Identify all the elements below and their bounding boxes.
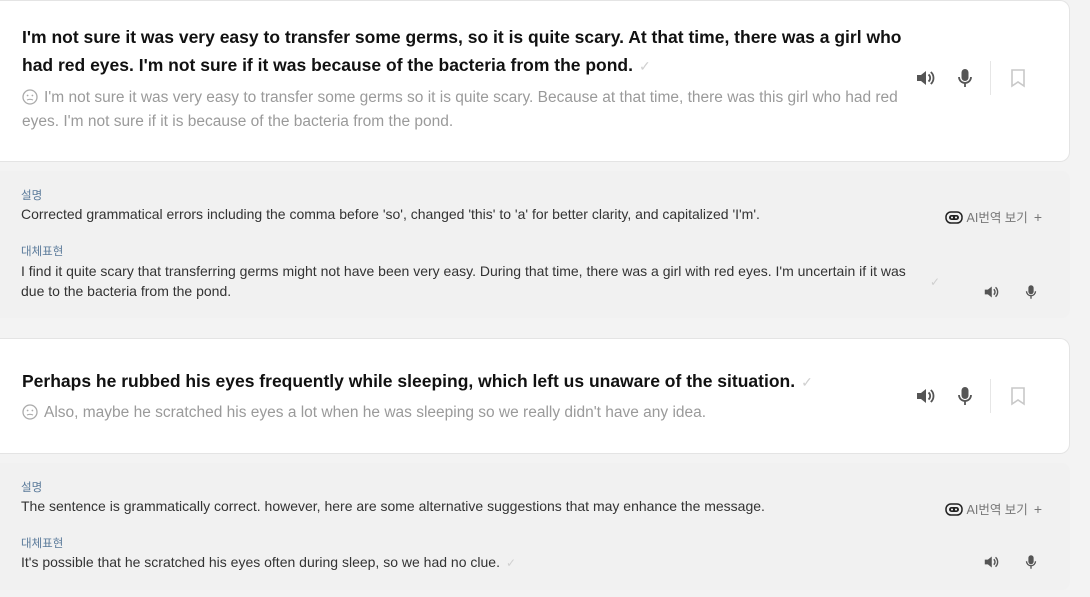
ai-robot-icon bbox=[944, 210, 963, 224]
corrected-sentence: Perhaps he rubbed his eyes frequently wh… bbox=[22, 367, 912, 396]
alternative-label: 대체표현 bbox=[21, 246, 64, 258]
alternative-actions bbox=[980, 281, 1042, 303]
speaker-icon[interactable] bbox=[980, 281, 1002, 303]
speaker-icon[interactable] bbox=[980, 551, 1002, 573]
corrected-text: I'm not sure it was very easy to transfe… bbox=[22, 27, 902, 75]
check-icon: ✓ bbox=[638, 58, 651, 74]
neutral-face-icon bbox=[22, 89, 38, 105]
plus-icon: + bbox=[1033, 208, 1042, 225]
alternative-label: 대체표현 bbox=[21, 538, 64, 550]
feedback-panel: 설명 The sentence is grammatically correct… bbox=[0, 463, 1070, 590]
sentence-card: Perhaps he rubbed his eyes frequently wh… bbox=[0, 338, 1070, 454]
ai-translate-button[interactable]: AI번역 보기 + bbox=[944, 499, 1042, 518]
microphone-icon[interactable] bbox=[954, 67, 976, 89]
divider bbox=[990, 61, 991, 95]
divider bbox=[990, 379, 991, 413]
microphone-icon[interactable] bbox=[954, 385, 976, 407]
ai-translate-label: AI번역 보기 bbox=[966, 503, 1028, 517]
microphone-icon[interactable] bbox=[1020, 551, 1042, 573]
alternative-actions bbox=[980, 551, 1042, 573]
original-sentence: Also, maybe he scratched his eyes a lot … bbox=[22, 401, 912, 425]
feedback-panel: 설명 Corrected grammatical errors includin… bbox=[0, 171, 1070, 318]
alternative-text: It's possible that he scratched his eyes… bbox=[21, 552, 911, 573]
explanation-label: 설명 bbox=[21, 190, 43, 202]
explanation-text: Corrected grammatical errors including t… bbox=[21, 206, 760, 222]
original-text: Also, maybe he scratched his eyes a lot … bbox=[44, 404, 707, 421]
ai-robot-icon bbox=[944, 502, 963, 516]
microphone-icon[interactable] bbox=[1020, 281, 1042, 303]
check-icon: ✓ bbox=[930, 275, 941, 289]
corrected-sentence: I'm not sure it was very easy to transfe… bbox=[22, 23, 912, 80]
ai-translate-label: AI번역 보기 bbox=[966, 211, 1028, 225]
ai-translate-button[interactable]: AI번역 보기 + bbox=[944, 207, 1042, 226]
bookmark-icon[interactable] bbox=[1007, 67, 1029, 89]
alternative-text: I find it quite scary that transferring … bbox=[21, 263, 906, 299]
original-text: I'm not sure it was very easy to transfe… bbox=[22, 89, 898, 130]
alternative-sentence: It's possible that he scratched his eyes… bbox=[21, 554, 500, 570]
speaker-icon[interactable] bbox=[914, 385, 936, 407]
corrected-text: Perhaps he rubbed his eyes frequently wh… bbox=[22, 371, 796, 391]
original-sentence: I'm not sure it was very easy to transfe… bbox=[22, 86, 912, 134]
sentence-actions bbox=[914, 379, 1029, 413]
sentence-card: I'm not sure it was very easy to transfe… bbox=[0, 0, 1070, 162]
bookmark-icon[interactable] bbox=[1007, 385, 1029, 407]
explanation-label: 설명 bbox=[21, 482, 43, 494]
check-icon: ✓ bbox=[801, 374, 813, 390]
plus-icon: + bbox=[1033, 500, 1042, 517]
check-icon: ✓ bbox=[505, 556, 517, 570]
neutral-face-icon bbox=[22, 404, 38, 420]
speaker-icon[interactable] bbox=[914, 67, 936, 89]
explanation-text: The sentence is grammatically correct. h… bbox=[21, 498, 765, 514]
sentence-actions bbox=[914, 61, 1029, 95]
